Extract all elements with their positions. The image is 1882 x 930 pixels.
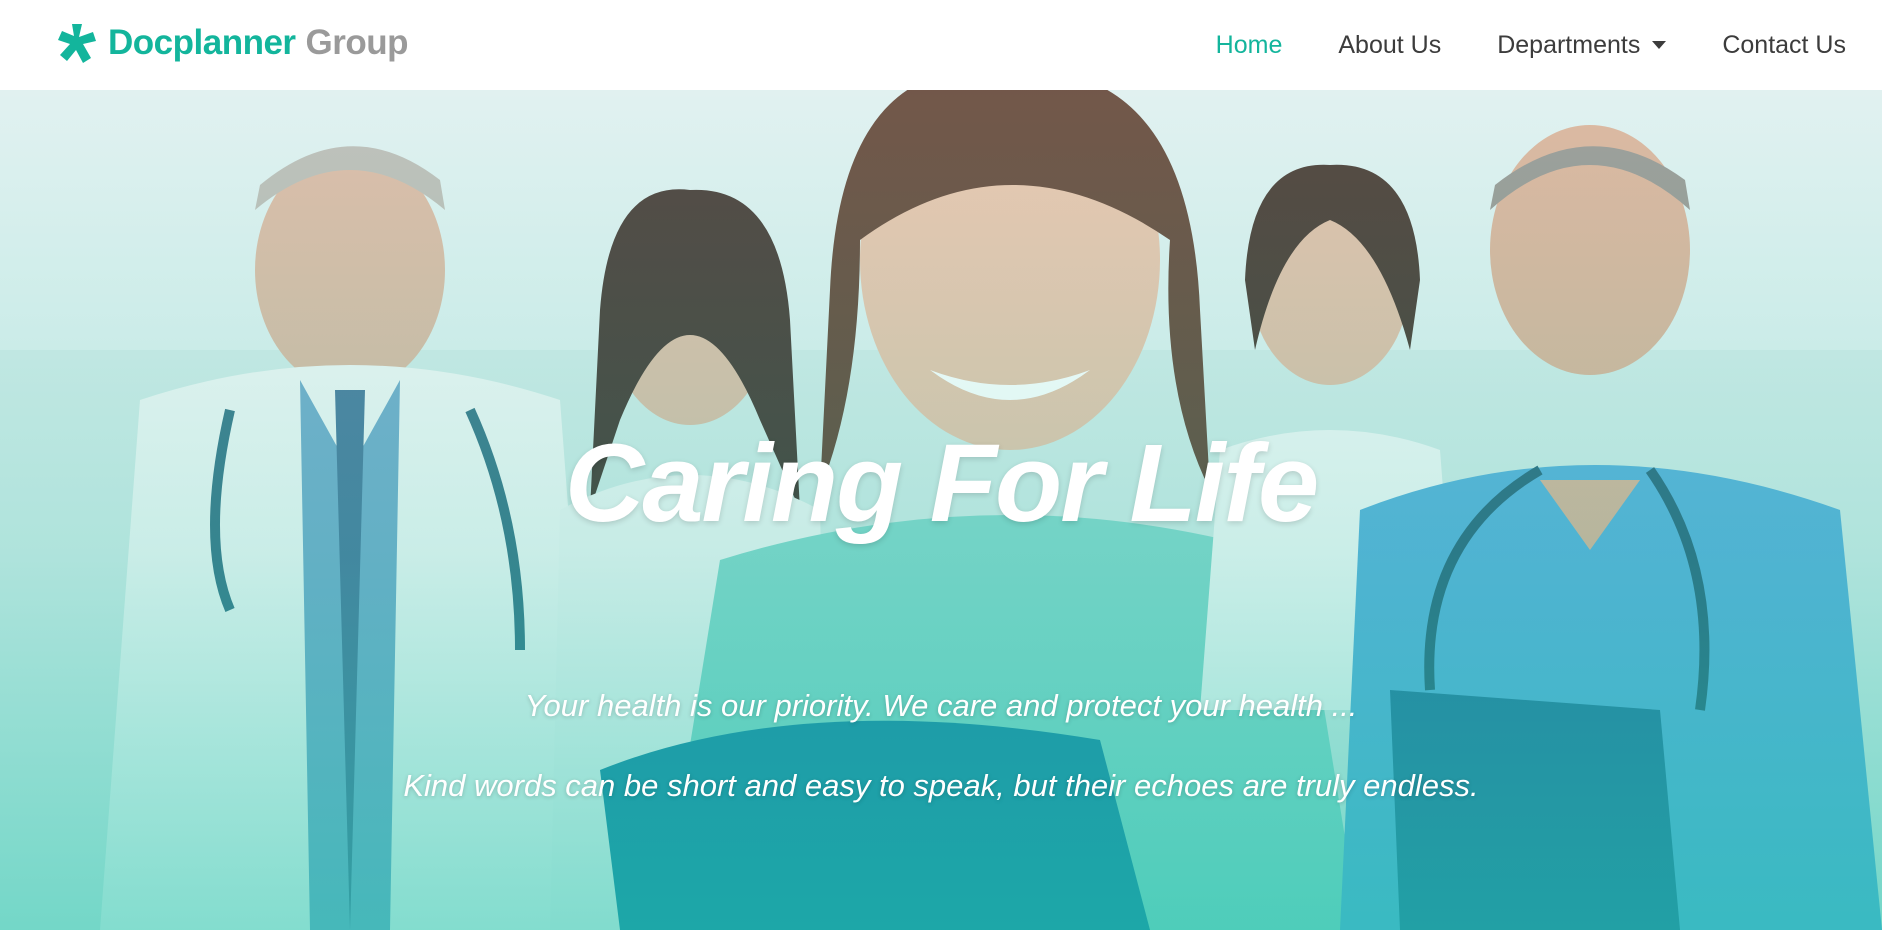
hero-tagline: Your health is our priority. We care and… (524, 688, 1358, 723)
brand-subtitle: Group (305, 23, 409, 62)
nav-departments-label: Departments (1497, 30, 1641, 59)
docplanner-star-icon (58, 24, 96, 63)
nav-departments-dropdown[interactable]: Departments (1497, 30, 1667, 60)
nav-home-link[interactable]: Home (1216, 31, 1283, 60)
navbar: Docplanner Group Home About Us Departmen… (0, 0, 1882, 90)
caret-down-icon (1652, 41, 1667, 49)
nav-contact-link[interactable]: Contact Us (1722, 31, 1846, 60)
hero-quote: Kind words can be short and easy to spea… (403, 768, 1479, 803)
nav-home-label: Home (1215, 30, 1283, 59)
brand-link[interactable]: Docplanner Group (58, 22, 409, 64)
nav-about-link[interactable]: About Us (1338, 31, 1441, 60)
main-nav: Home About Us Departments Contact Us (1160, 0, 1846, 90)
hero-title: Caring For Life (564, 422, 1319, 545)
nav-contact-label: Contact Us (1722, 30, 1846, 59)
brand-name: Docplanner (108, 23, 296, 62)
nav-about-label: About Us (1338, 30, 1442, 59)
hero-banner: Caring For Life Your health is our prior… (0, 90, 1882, 930)
